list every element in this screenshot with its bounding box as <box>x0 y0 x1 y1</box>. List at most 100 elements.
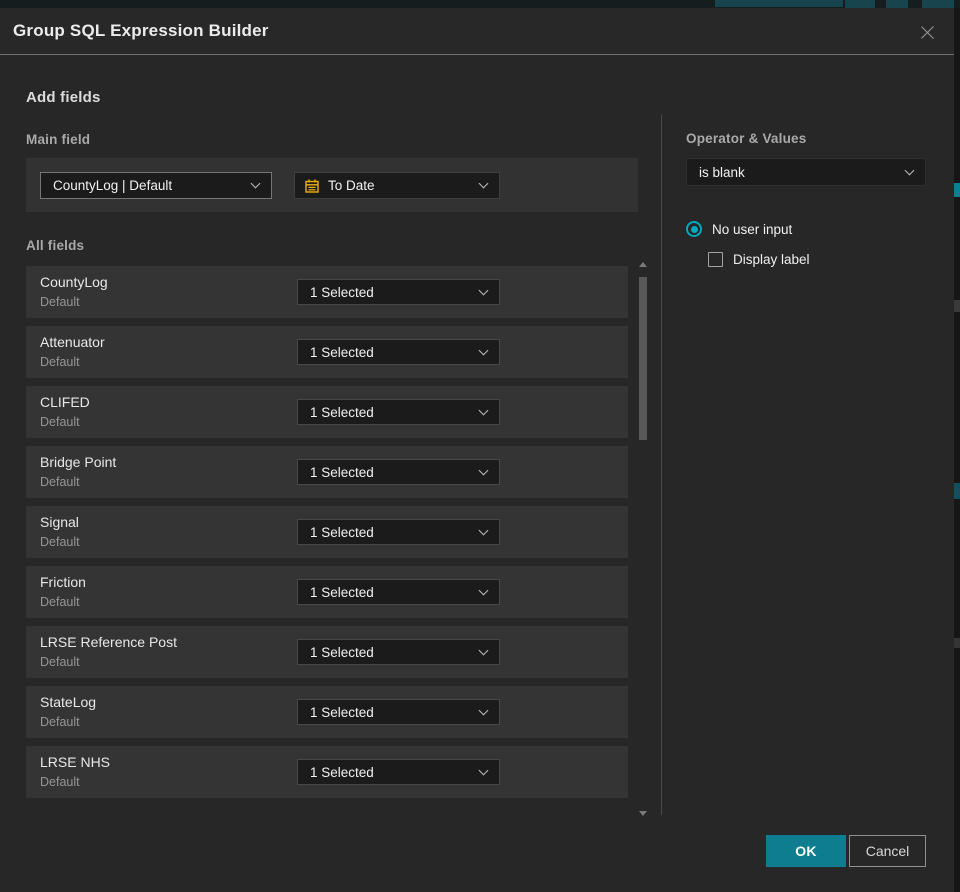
background-app-edge <box>954 8 960 892</box>
operator-values-label: Operator & Values <box>686 131 807 146</box>
background-fragment <box>954 638 960 648</box>
date-type-dropdown[interactable]: To Date <box>294 172 500 199</box>
dialog-title: Group SQL Expression Builder <box>13 21 269 40</box>
calendar-icon <box>295 178 320 194</box>
screen: Live view Group SQL Expression Builder A… <box>0 0 960 892</box>
field-subtitle: Default <box>40 775 80 789</box>
field-selected-dropdown[interactable]: 1 Selected <box>297 759 500 785</box>
chevron-down-icon <box>478 345 489 355</box>
background-app-strip: Live view <box>0 0 960 8</box>
field-row: LRSE Reference Post Default 1 Selected <box>26 626 628 678</box>
field-name: LRSE Reference Post <box>40 634 177 650</box>
field-selected-value: 1 Selected <box>310 524 374 540</box>
group-sql-expression-builder-dialog: Group SQL Expression Builder Add fields … <box>0 8 954 892</box>
radio-selected-icon <box>686 221 702 237</box>
all-fields-list: CountyLog Default 1 Selected Attenuator … <box>26 266 628 806</box>
chevron-down-icon <box>250 178 261 189</box>
close-button[interactable] <box>914 19 940 45</box>
operator-dropdown[interactable]: is blank <box>686 158 926 186</box>
background-toolbar-fragment <box>922 0 954 8</box>
scrollbar-thumb[interactable] <box>639 277 647 440</box>
field-name: Friction <box>40 574 86 590</box>
background-toolbar-fragment <box>886 0 908 8</box>
field-row: CountyLog Default 1 Selected <box>26 266 628 318</box>
checkbox-unchecked-icon <box>708 252 723 267</box>
field-name: CountyLog <box>40 274 108 290</box>
chevron-down-icon <box>904 165 915 175</box>
field-name: CLIFED <box>40 394 90 410</box>
field-subtitle: Default <box>40 415 80 429</box>
scroll-up-arrow-icon[interactable] <box>639 262 647 267</box>
close-icon <box>919 24 936 41</box>
field-selected-value: 1 Selected <box>310 284 374 300</box>
dialog-header: Group SQL Expression Builder <box>0 8 954 55</box>
background-fragment <box>954 183 960 197</box>
field-selected-dropdown[interactable]: 1 Selected <box>297 339 500 365</box>
date-type-value: To Date <box>328 178 375 193</box>
add-fields-heading: Add fields <box>26 89 101 106</box>
field-subtitle: Default <box>40 475 80 489</box>
field-name: Bridge Point <box>40 454 117 470</box>
field-row: Signal Default 1 Selected <box>26 506 628 558</box>
operator-value: is blank <box>699 164 745 180</box>
field-selected-value: 1 Selected <box>310 404 374 420</box>
chevron-down-icon <box>478 765 489 775</box>
chevron-down-icon <box>478 285 489 295</box>
main-field-dropdown[interactable]: CountyLog | Default <box>40 172 272 199</box>
field-selected-dropdown[interactable]: 1 Selected <box>297 399 500 425</box>
panel-divider <box>661 115 662 815</box>
field-row: Bridge Point Default 1 Selected <box>26 446 628 498</box>
background-fragment <box>954 483 960 499</box>
field-row: Friction Default 1 Selected <box>26 566 628 618</box>
scroll-down-arrow-icon[interactable] <box>639 811 647 816</box>
chevron-down-icon <box>478 465 489 475</box>
field-name: Attenuator <box>40 334 105 350</box>
field-subtitle: Default <box>40 295 80 309</box>
field-selected-value: 1 Selected <box>310 704 374 720</box>
chevron-down-icon <box>478 705 489 715</box>
field-selected-dropdown[interactable]: 1 Selected <box>297 279 500 305</box>
chevron-down-icon <box>478 645 489 655</box>
live-view-label: Live view <box>738 0 787 3</box>
field-selected-dropdown[interactable]: 1 Selected <box>297 519 500 545</box>
display-label-checkbox[interactable]: Display label <box>708 252 810 267</box>
field-selected-value: 1 Selected <box>310 764 374 780</box>
field-selected-dropdown[interactable]: 1 Selected <box>297 699 500 725</box>
field-subtitle: Default <box>40 595 80 609</box>
no-user-input-radio[interactable]: No user input <box>686 221 792 237</box>
chevron-down-icon <box>478 178 489 189</box>
field-selected-value: 1 Selected <box>310 644 374 660</box>
cancel-button[interactable]: Cancel <box>849 835 926 867</box>
main-field-label: Main field <box>26 132 91 147</box>
field-subtitle: Default <box>40 655 80 669</box>
field-name: LRSE NHS <box>40 754 111 770</box>
live-view-button: Live view <box>715 0 843 7</box>
display-label-text: Display label <box>733 252 810 267</box>
field-row: Attenuator Default 1 Selected <box>26 326 628 378</box>
main-field-value: CountyLog | Default <box>53 178 173 193</box>
field-selected-dropdown[interactable]: 1 Selected <box>297 639 500 665</box>
field-row: StateLog Default 1 Selected <box>26 686 628 738</box>
all-fields-label: All fields <box>26 238 85 253</box>
field-selected-value: 1 Selected <box>310 464 374 480</box>
background-fragment <box>954 300 960 312</box>
field-row: LRSE NHS Default 1 Selected <box>26 746 628 798</box>
field-subtitle: Default <box>40 355 80 369</box>
chevron-down-icon <box>478 585 489 595</box>
chevron-down-icon <box>478 405 489 415</box>
field-subtitle: Default <box>40 535 80 549</box>
field-subtitle: Default <box>40 715 80 729</box>
field-row: CLIFED Default 1 Selected <box>26 386 628 438</box>
main-field-container: CountyLog | Default To Date <box>26 158 638 212</box>
field-selected-dropdown[interactable]: 1 Selected <box>297 579 500 605</box>
field-selected-dropdown[interactable]: 1 Selected <box>297 459 500 485</box>
background-toolbar-fragment <box>845 0 875 8</box>
field-selected-value: 1 Selected <box>310 344 374 360</box>
no-user-input-label: No user input <box>712 221 793 237</box>
fields-list-scrollbar <box>637 260 649 816</box>
ok-button[interactable]: OK <box>766 835 846 867</box>
field-selected-value: 1 Selected <box>310 584 374 600</box>
chevron-down-icon <box>478 525 489 535</box>
field-name: Signal <box>40 514 79 530</box>
field-name: StateLog <box>40 694 97 710</box>
